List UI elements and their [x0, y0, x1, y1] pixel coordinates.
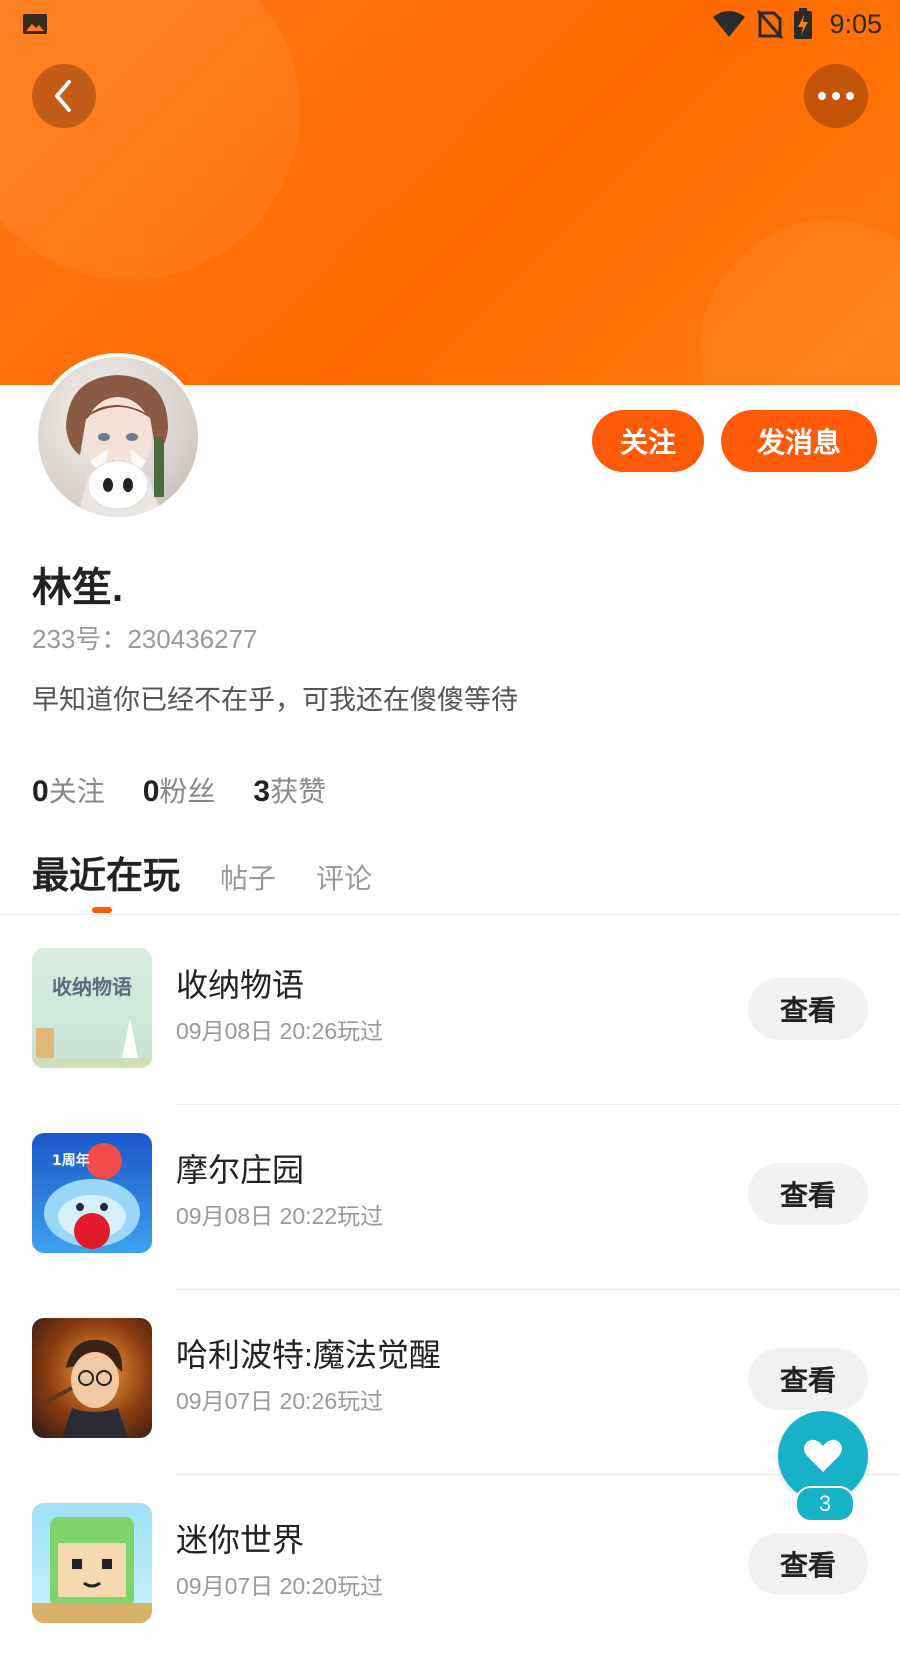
stat-fans[interactable]: 0粉丝 [143, 770, 216, 810]
chevron-left-icon [55, 80, 71, 112]
avatar[interactable] [34, 353, 202, 521]
game-icon-harry-potter [32, 1318, 152, 1438]
list-item[interactable]: 哈利波特:魔法觉醒 09月07日 20:26玩过 查看 [0, 1290, 900, 1475]
game-icon-mini-world [32, 1503, 152, 1623]
list-item[interactable]: 迷你世界 09月07日 20:20玩过 查看 [0, 1475, 900, 1660]
tab-indicator [92, 907, 112, 913]
stat-label: 获赞 [270, 776, 327, 807]
stat-likes[interactable]: 3获赞 [253, 770, 326, 810]
list-item[interactable]: 收纳物语 收纳物语 09月08日 20:26玩过 查看 [0, 920, 900, 1105]
profile-tabs: 最近在玩 帖子 评论 [32, 845, 372, 899]
game-played-time: 09月07日 20:26玩过 [176, 1388, 384, 1414]
more-dots-icon [818, 92, 854, 100]
clock: 9:05 [829, 8, 882, 39]
battery-charging-icon [794, 8, 813, 39]
game-icon-text: 1周年 [52, 1152, 90, 1169]
back-button[interactable] [32, 64, 96, 128]
view-button[interactable]: 查看 [748, 1533, 868, 1595]
game-cover-image [41, 1339, 128, 1438]
game-cover-image [32, 1517, 152, 1623]
user-name: 林笙. [32, 566, 124, 610]
no-sim-icon [757, 10, 784, 39]
more-options-button[interactable] [804, 64, 868, 128]
profile-header-banner: 9:05 [0, 0, 900, 385]
stat-count: 0 [32, 775, 49, 808]
stat-following[interactable]: 0关注 [32, 770, 105, 810]
game-icon-text: 收纳物语 [52, 975, 132, 999]
game-name: 哈利波特:魔法觉醒 [176, 1337, 441, 1373]
image-notification-icon [23, 14, 47, 34]
send-message-button[interactable]: 发消息 [721, 410, 877, 472]
game-played-time: 09月08日 20:26玩过 [176, 1018, 384, 1044]
view-button[interactable]: 查看 [748, 1348, 868, 1410]
game-cover-image: 收纳物语 [32, 975, 152, 1068]
divider [0, 914, 900, 915]
view-button[interactable]: 查看 [748, 1163, 868, 1225]
status-icons: 9:05 [711, 8, 882, 40]
user-bio: 早知道你已经不在乎，可我还在傻傻等待 [32, 685, 518, 715]
wifi-icon [713, 11, 746, 37]
game-icon-storage-tale: 收纳物语 [32, 948, 152, 1068]
heart-icon [804, 1439, 842, 1472]
profile-stats: 0关注 0粉丝 3获赞 [32, 770, 326, 810]
stat-label: 粉丝 [159, 776, 216, 807]
follow-button[interactable]: 关注 [592, 410, 704, 472]
banner-decoration [700, 220, 900, 385]
view-button[interactable]: 查看 [748, 978, 868, 1040]
game-icon-mole-manor: 1周年 [32, 1133, 152, 1253]
avatar-illustration [66, 375, 168, 517]
stat-count: 0 [142, 775, 160, 808]
tab-recently-played[interactable]: 最近在玩 [32, 845, 180, 899]
list-item[interactable]: 1周年 摩尔庄园 09月08日 20:22玩过 查看 [0, 1105, 900, 1290]
tab-posts[interactable]: 帖子 [220, 857, 276, 897]
game-cover-image: 1周年 [44, 1143, 140, 1249]
game-name: 摩尔庄园 [176, 1152, 305, 1188]
stat-label: 关注 [48, 776, 105, 807]
status-bar: 9:05 [0, 0, 900, 48]
user-id: 233号：230436277 [32, 624, 258, 654]
game-played-time: 09月07日 20:20玩过 [176, 1573, 384, 1599]
game-name: 收纳物语 [176, 967, 305, 1003]
stat-count: 3 [253, 775, 271, 808]
game-name: 迷你世界 [176, 1522, 305, 1558]
like-count-badge: 3 [795, 1486, 855, 1522]
game-played-time: 09月08日 20:22玩过 [176, 1203, 384, 1229]
tab-comments[interactable]: 评论 [316, 857, 372, 897]
